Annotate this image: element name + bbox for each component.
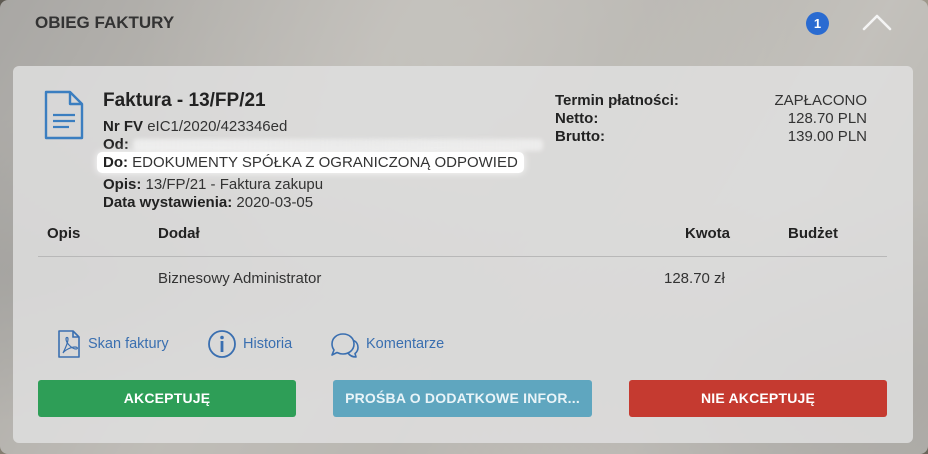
- invoice-card: Faktura - 13/FP/21 Nr FV eIC1/2020/42334…: [13, 66, 913, 443]
- from-label: Od:: [103, 136, 129, 153]
- from-value-redacted: [133, 139, 543, 152]
- panel-title: OBIEG FAKTURY: [35, 13, 175, 32]
- reject-button[interactable]: NIE AKCEPTUJĘ: [629, 380, 887, 417]
- issue-date-line: Data wystawienia: 2020-03-05: [103, 194, 313, 211]
- chevron-up-icon: [862, 14, 892, 31]
- invoice-title: Faktura - 13/FP/21: [103, 90, 266, 111]
- table-divider: [38, 256, 887, 257]
- info-icon: [208, 330, 236, 358]
- column-header-amount: Kwota: [685, 225, 730, 242]
- payment-term-label: Termin płatności:: [555, 92, 679, 109]
- issue-date-value: 2020-03-05: [236, 194, 314, 211]
- history-label: Historia: [243, 336, 293, 352]
- scan-invoice-label: Skan faktury: [88, 336, 169, 352]
- to-value: EDOKUMENTY SPÓŁKA Z OGRANICZONĄ ODPOWIED: [132, 154, 518, 171]
- payment-term-value: ZAPŁACONO: [774, 92, 867, 109]
- scan-invoice-link[interactable]: Skan faktury: [56, 328, 169, 360]
- history-link[interactable]: Historia: [207, 328, 292, 360]
- notification-badge: 1: [806, 12, 829, 35]
- to-line: Do: EDOKUMENTY SPÓŁKA Z OGRANICZONĄ ODPO…: [97, 152, 524, 173]
- net-value: 128.70 PLN: [787, 110, 867, 127]
- column-header-description: Opis: [47, 225, 81, 242]
- net-label: Netto:: [555, 110, 599, 127]
- nr-value: eIC1/2020/423346ed: [147, 118, 288, 135]
- comments-link[interactable]: Komentarze: [328, 328, 444, 360]
- accept-button[interactable]: AKCEPTUJĘ: [38, 380, 296, 417]
- column-header-budget: Budżet: [788, 225, 838, 242]
- invoice-workflow-panel: OBIEG FAKTURY 1 Faktura - 13/FP/21 Nr FV…: [0, 0, 928, 454]
- column-header-added-by: Dodał: [158, 225, 200, 242]
- description-label: Opis:: [103, 176, 142, 193]
- collapse-button[interactable]: [858, 8, 896, 38]
- request-info-button[interactable]: PROŚBA O DODATKOWE INFOR...: [333, 380, 592, 417]
- comments-icon: [331, 333, 359, 358]
- issue-date-label: Data wystawienia:: [103, 194, 233, 211]
- comments-label: Komentarze: [366, 336, 445, 352]
- gross-value: 139.00 PLN: [787, 128, 867, 145]
- description-line: Opis: 13/FP/21 - Faktura zakupu: [103, 176, 323, 193]
- row-added-by: Biznesowy Administrator: [158, 270, 322, 287]
- pdf-icon: [58, 330, 80, 358]
- nr-label: Nr FV: [103, 118, 144, 135]
- gross-label: Brutto:: [555, 128, 605, 145]
- row-amount: 128.70 zł: [664, 270, 725, 287]
- from-line: Od:: [103, 136, 543, 153]
- to-label: Do:: [103, 154, 128, 171]
- description-value: 13/FP/21 - Faktura zakupu: [145, 176, 324, 193]
- document-icon: [44, 90, 84, 140]
- to-highlight: Do: EDOKUMENTY SPÓŁKA Z OGRANICZONĄ ODPO…: [97, 152, 524, 173]
- invoice-number-line: Nr FV eIC1/2020/423346ed: [103, 118, 287, 135]
